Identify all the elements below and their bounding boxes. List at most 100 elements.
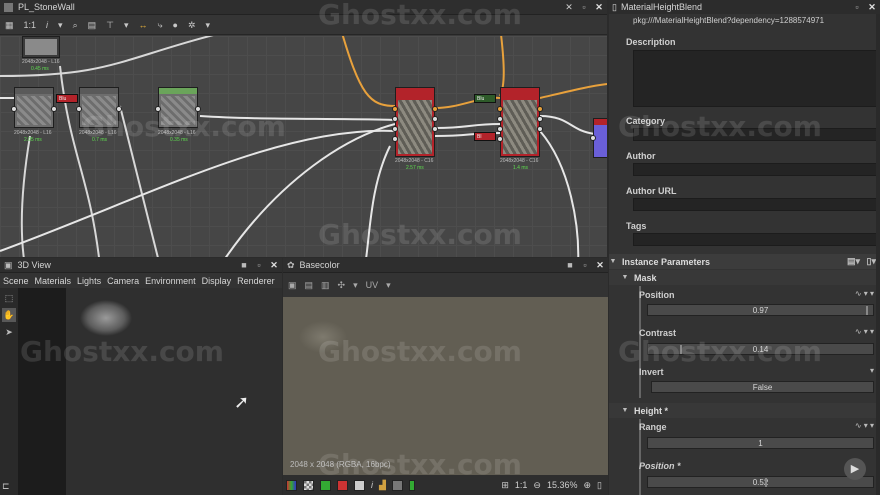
input-socket[interactable] (497, 136, 503, 142)
histogram-icon[interactable]: ▟ (379, 480, 386, 491)
uv-button[interactable]: UV (366, 280, 379, 290)
tile-dropdown[interactable]: ▾ (353, 280, 358, 291)
output-socket[interactable] (537, 116, 543, 122)
input-socket[interactable] (155, 106, 161, 112)
channel-rgb-icon[interactable] (286, 479, 297, 491)
output-socket[interactable] (195, 106, 201, 112)
zoom-ratio-button[interactable]: 1:1 (515, 480, 528, 490)
zoom-level[interactable]: 15.36% (547, 480, 578, 490)
graph-mini-node[interactable]: Blu (474, 94, 496, 103)
3d-viewport[interactable]: ➚ (18, 288, 282, 495)
channel-alpha-icon[interactable] (354, 479, 365, 491)
select-icon[interactable]: ⬚ (2, 291, 16, 305)
graph-node[interactable] (76, 87, 122, 128)
color-picker-icon[interactable] (391, 479, 403, 491)
uv-dropdown[interactable]: ▾ (386, 280, 391, 291)
menu-materials[interactable]: Materials (35, 276, 72, 286)
basecolor-preview[interactable] (283, 297, 608, 475)
range-slider[interactable]: 1 (647, 437, 874, 449)
float-icon[interactable]: ▫ (579, 259, 591, 271)
menu-camera[interactable]: Camera (107, 276, 139, 286)
menu-environment[interactable]: Environment (145, 276, 196, 286)
export-icon[interactable]: ▯ (597, 480, 602, 491)
tile-icon[interactable]: ✣ (338, 280, 346, 291)
image-icon[interactable]: ▣ (288, 280, 297, 291)
graph-node[interactable] (11, 87, 57, 128)
tags-field[interactable] (633, 233, 877, 246)
output-socket[interactable] (51, 106, 57, 112)
input-socket[interactable] (392, 116, 398, 122)
input-socket[interactable] (497, 116, 503, 122)
mask-group-header[interactable]: ▼ Mask (609, 270, 880, 285)
slider-handle[interactable] (765, 478, 767, 487)
input-socket[interactable] (590, 135, 596, 141)
info-icon[interactable]: i (371, 480, 373, 490)
copy-icon[interactable]: ▥ (321, 280, 330, 291)
export-preset-icon[interactable]: ▯▾ (867, 256, 876, 267)
close-icon[interactable]: ✕ (563, 1, 575, 13)
graph-node[interactable] (22, 36, 60, 58)
close-panel-button[interactable]: ✕ (593, 1, 605, 13)
material-height-blend-node[interactable] (392, 87, 438, 157)
input-socket[interactable] (76, 106, 82, 112)
category-field[interactable] (633, 128, 877, 141)
display-dropdown[interactable]: ▾ (56, 18, 65, 32)
layout-icon[interactable]: ⊏ (2, 481, 14, 493)
graph-mini-node[interactable]: Bl (474, 132, 496, 141)
zoom-in-icon[interactable]: ⊕ (584, 480, 592, 491)
options-dropdown-icon[interactable]: ▾ (870, 366, 874, 375)
tiling-icon[interactable] (408, 479, 415, 491)
menu-display[interactable]: Display (202, 276, 232, 286)
grid-icon[interactable]: ▤ (86, 18, 99, 32)
invert-dropdown[interactable]: False (651, 381, 874, 393)
preset-icon[interactable]: ▤▾ (847, 256, 860, 267)
output-socket[interactable] (432, 116, 438, 122)
graph-node[interactable] (155, 87, 201, 128)
graph-canvas[interactable]: 2048x2048 - L16 0.45 ms 2048x2048 - L16 … (0, 36, 607, 257)
bake-icon[interactable]: ● (171, 18, 180, 32)
instance-parameters-header[interactable]: ▼ Instance Parameters ▤▾ ▯▾ (609, 254, 880, 269)
author-field[interactable] (633, 163, 877, 176)
contrast-slider[interactable]: 0.14 (647, 343, 874, 355)
output-socket[interactable] (537, 106, 543, 112)
output-socket[interactable] (537, 126, 543, 132)
function-icon[interactable]: ∿ ▾ ▾ (855, 327, 874, 336)
float-icon[interactable]: ▫ (851, 1, 863, 13)
menu-renderer[interactable]: Renderer (237, 276, 275, 286)
save-image-icon[interactable]: ▤ (305, 280, 314, 291)
input-socket[interactable] (11, 106, 17, 112)
output-socket[interactable] (432, 106, 438, 112)
pin-icon[interactable]: ▫ (578, 1, 590, 13)
position-slider[interactable]: 0.97 (647, 304, 874, 316)
settings-dropdown[interactable]: ▾ (204, 18, 213, 32)
minimize-icon[interactable]: ■ (564, 259, 576, 271)
properties-scrollbar[interactable] (876, 14, 880, 495)
channel-red-icon[interactable] (337, 479, 348, 491)
checker-icon[interactable] (303, 479, 314, 491)
input-socket[interactable] (392, 126, 398, 132)
graph-node[interactable] (590, 118, 607, 158)
close-panel-button[interactable]: ✕ (866, 1, 878, 13)
input-socket[interactable] (392, 106, 398, 112)
function-icon[interactable]: ∿ ▾ ▾ (855, 421, 874, 430)
menu-scene[interactable]: Scene (3, 276, 29, 286)
hand-icon[interactable]: ✋ (2, 308, 16, 322)
fit-icon[interactable]: ⊞ (501, 480, 509, 491)
menu-lights[interactable]: Lights (77, 276, 101, 286)
slider-handle[interactable] (679, 345, 682, 354)
output-socket[interactable] (432, 126, 438, 132)
channel-green-icon[interactable] (320, 479, 331, 491)
frame-icon[interactable]: ▦ (3, 18, 16, 32)
input-socket[interactable] (497, 126, 503, 132)
zoom-ratio-button[interactable]: 1:1 (22, 18, 39, 32)
height-position-slider[interactable]: 0.52 (647, 476, 874, 488)
search-icon[interactable]: ⌕ (71, 18, 80, 32)
function-icon[interactable]: ∿ ▾ ▾ (855, 289, 874, 298)
settings-icon[interactable]: ✲ (186, 18, 198, 32)
float-icon[interactable]: ▫ (253, 259, 265, 271)
close-panel-button[interactable]: ✕ (268, 259, 280, 271)
close-panel-button[interactable]: ✕ (594, 259, 606, 271)
link-icon[interactable]: ⤷ (156, 18, 165, 32)
material-height-blend-node[interactable] (497, 87, 543, 157)
input-socket[interactable] (392, 136, 398, 142)
